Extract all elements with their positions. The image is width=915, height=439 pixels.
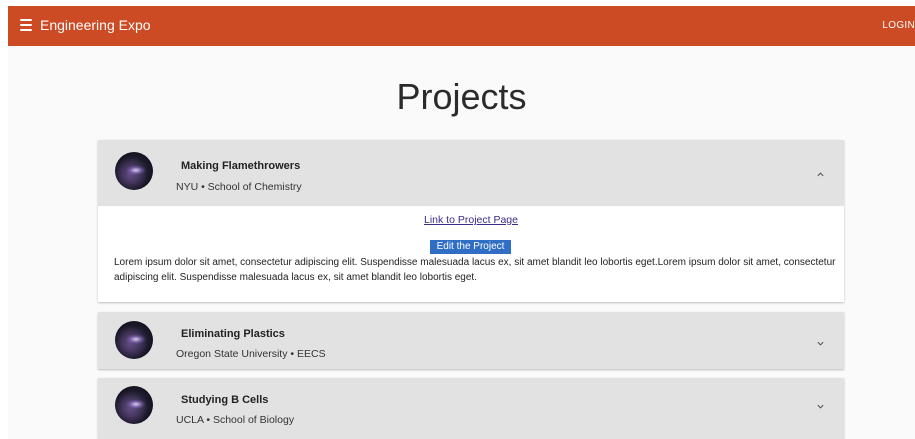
edit-project-button[interactable]: Edit the Project	[430, 240, 511, 254]
project-card: Making Flamethrowers NYU • School of Che…	[98, 140, 844, 302]
page: Engineering Expo LOGIN Projects Making F…	[8, 6, 915, 439]
page-title: Projects	[396, 76, 527, 117]
project-card: Studying B Cells UCLA • School of Biolog…	[98, 378, 844, 439]
project-card: Eliminating Plastics Oregon State Univer…	[98, 312, 844, 369]
project-avatar	[115, 321, 153, 359]
project-avatar	[115, 152, 153, 190]
project-avatar	[115, 386, 153, 424]
project-subtitle: NYU • School of Chemistry	[176, 181, 302, 193]
app-bar: Engineering Expo LOGIN	[8, 6, 915, 46]
project-card-header[interactable]: Making Flamethrowers NYU • School of Che…	[98, 140, 844, 206]
project-subtitle: Oregon State University • EECS	[176, 348, 326, 360]
project-title: Eliminating Plastics	[181, 328, 285, 340]
hamburger-menu-icon[interactable]	[20, 19, 32, 31]
project-title: Making Flamethrowers	[181, 160, 301, 172]
project-card-header[interactable]: Eliminating Plastics Oregon State Univer…	[98, 312, 844, 369]
project-subtitle: UCLA • School of Biology	[176, 414, 295, 426]
project-details: Link to Project Page Edit the Project Lo…	[98, 206, 844, 302]
project-page-link[interactable]: Link to Project Page	[98, 214, 844, 226]
project-card-header[interactable]: Studying B Cells UCLA • School of Biolog…	[98, 378, 844, 439]
login-button[interactable]: LOGIN	[882, 20, 915, 31]
chevron-up-icon[interactable]	[816, 170, 825, 179]
chevron-down-icon[interactable]	[816, 339, 825, 348]
project-description: Lorem ipsum dolor sit amet, consectetur …	[114, 257, 836, 283]
project-title: Studying B Cells	[181, 394, 269, 406]
chevron-down-icon[interactable]	[816, 402, 825, 411]
app-title[interactable]: Engineering Expo	[40, 17, 151, 33]
